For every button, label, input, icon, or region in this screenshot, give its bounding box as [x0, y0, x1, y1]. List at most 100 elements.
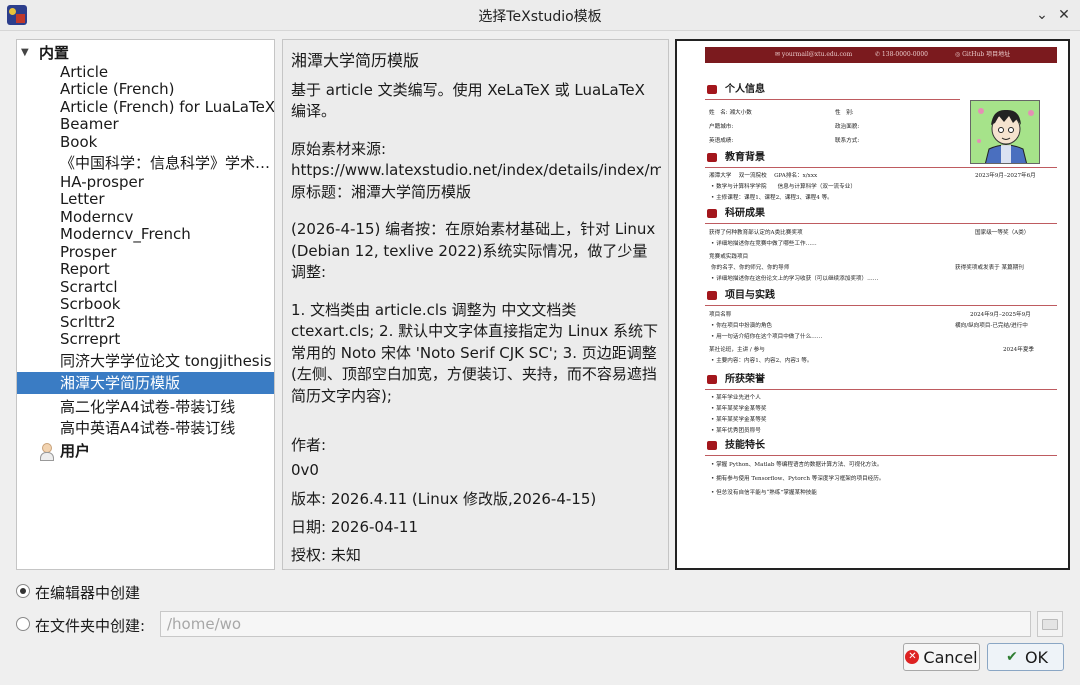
cancel-label: Cancel [923, 647, 978, 667]
cancel-button[interactable]: ✕ Cancel [903, 643, 980, 671]
resume-section-skills: 技能特长 [705, 439, 1057, 456]
project-desc: • 主要内容：内容1、内容2、内容3 等。 [711, 358, 813, 364]
template-item[interactable]: 高中英语A4试卷-带装订线 [17, 418, 274, 438]
tree-group-label: 用户 [60, 442, 91, 460]
project-role: • 你在项目中扮演的角色 [711, 323, 773, 329]
research-authors: 你的名字、你的师兄、你的导师 [711, 265, 790, 271]
template-item[interactable]: Moderncv_French [17, 224, 274, 244]
skill-item: • 拥有参与使用 Tensorflow、Pytorch 等深度学习框架的项目经历… [711, 476, 885, 482]
author-value: 0v0 [291, 461, 319, 479]
project-period: 2024年9月–2025年9月 [970, 312, 1031, 318]
date-text: 日期: 2026-04-11 [291, 518, 418, 536]
edu-school: 湘潭大学 双一流院校 GPA排名：x/xxx [709, 173, 818, 179]
section-title: 技能特长 [725, 440, 765, 451]
template-item[interactable]: Scrreprt [17, 329, 274, 349]
ok-button[interactable]: ✔ OK [987, 643, 1064, 671]
project-desc: • 用一句话介绍你在这个项目中做了什么…… [711, 334, 823, 340]
info-english: 英语成绩: [709, 138, 734, 144]
description-paragraph: 原始素材来源: https://www.latexstudio.net/inde… [291, 139, 661, 201]
minimize-button[interactable]: ⌄ [1031, 4, 1053, 26]
check-icon: ✔ [1006, 649, 1018, 665]
description-paragraph: 1. 文档类由 article.cls 调整为 中文文档类 ctexart.cl… [291, 300, 659, 405]
create-in-folder-label[interactable]: 在文件夹中创建: [35, 615, 145, 636]
template-item[interactable]: 《中国科学：信息科学》学术… [17, 153, 274, 173]
description-paragraph: (2026-4-15) 编者按：在原始素材基础上，针对 Linux (Debia… [291, 220, 656, 281]
tree-group-builtin[interactable]: ▼ 内置 [17, 43, 274, 63]
section-title: 项目与实践 [725, 290, 775, 301]
template-item[interactable]: Beamer [17, 114, 274, 134]
template-item-label: Moderncv_French [60, 225, 191, 243]
wrench-icon [707, 441, 717, 450]
template-item-label: 高中英语A4试卷-带装订线 [60, 419, 236, 437]
info-contact: 联系方式: [835, 138, 860, 144]
resume-section-honors: 所获荣誉 [705, 373, 1057, 390]
template-item[interactable]: 湘潭大学简历模版 [17, 372, 274, 394]
template-item-label: 《中国科学：信息科学》学术… [60, 154, 271, 172]
cancel-icon: ✕ [905, 650, 920, 664]
resume-section-projects: 项目与实践 [705, 289, 1057, 306]
template-item-label: 湘潭大学简历模版 [60, 374, 181, 392]
close-button[interactable]: ✕ [1053, 4, 1075, 26]
expand-arrow-icon[interactable]: ▼ [21, 43, 29, 63]
honor-item: • 某年学业先进个人 [711, 395, 761, 401]
template-tree[interactable]: ▼ 内置 Article Article (French) Article (Fre… [16, 39, 275, 570]
user-icon [39, 443, 54, 461]
info-hometown: 户籍城市: [709, 124, 734, 130]
template-item[interactable]: 同济大学学位论文 tongjithesis [17, 351, 274, 371]
info-name: 姓 名: 湘大小数 [709, 110, 752, 116]
description-text: 湘潭大学简历模版 基于 article 文类编写。使用 XeLaTeX 或 Lu… [291, 50, 661, 435]
template-item-label: Scrbook [60, 295, 121, 313]
project-name: 某社论班，主讲 / 参与 [709, 347, 765, 353]
template-item-label: Book [60, 133, 98, 151]
create-in-editor-radio[interactable] [16, 584, 30, 598]
template-item-label: Letter [60, 190, 105, 208]
research-paper-detail: • 详细地描述你在这份论文上的学习收获（可以继续添加奖项）…… [711, 276, 879, 282]
edu-major: • 数学与计算科学学院 信息与计算科学（双一流专业） [711, 184, 856, 190]
browse-folder-button[interactable] [1037, 611, 1063, 637]
template-item[interactable]: Report [17, 259, 274, 279]
resume-header-bar: ✉ yourmail@xtu.edu.com ✆ 138-0000-0000 ◎… [705, 47, 1057, 63]
tree-group-user[interactable]: 用户 [17, 441, 274, 461]
project-period: 2024年夏季 [1003, 347, 1035, 353]
research-award: 获得了何种教育部认定的A类比赛奖项 [709, 230, 803, 236]
template-item[interactable]: Book [17, 132, 274, 152]
resume-section-education: 教育背景 [705, 151, 1057, 168]
research-award-level: 国家级一等奖（A类） [975, 230, 1030, 236]
honor-item: • 某年某奖学金某等奖 [711, 406, 767, 412]
id-card-icon [707, 85, 717, 94]
template-item-label: 同济大学学位论文 tongjithesis [60, 352, 272, 370]
section-title: 个人信息 [725, 84, 765, 95]
create-in-folder-radio[interactable] [16, 617, 30, 631]
briefcase-icon [707, 291, 717, 300]
folder-path-input[interactable] [160, 611, 1031, 637]
window-title: 选择TeXstudio模板 [478, 9, 602, 25]
resume-preview-document: ✉ yourmail@xtu.edu.com ✆ 138-0000-0000 ◎… [685, 45, 1057, 565]
template-item[interactable]: 高二化学A4试卷-带装订线 [17, 397, 274, 417]
template-item[interactable]: Article (French) [17, 79, 274, 99]
template-item-label: Report [60, 260, 110, 278]
chevron-down-icon: ⌄ [1036, 7, 1048, 23]
honor-item: • 某年优秀团员称号 [711, 428, 761, 434]
resume-section-info: 个人信息 [705, 83, 1057, 100]
template-item[interactable]: Letter [17, 189, 274, 209]
template-item-label: Article (French) [60, 80, 175, 98]
skill-item: • 但总没有自信平能与“熟练”掌握某种技能 [711, 490, 817, 496]
star-icon [707, 375, 717, 384]
research-project: 竞赛或实践项目 [709, 254, 749, 260]
project-type: 横向/纵向项目-已完结/进行中 [955, 323, 1028, 329]
close-icon: ✕ [1058, 7, 1070, 23]
header-github: ◎ GitHub 项目地址 [955, 51, 1011, 58]
author-label: 作者: [291, 436, 327, 454]
description-paragraph: 基于 article 文类编写。使用 XeLaTeX 或 LuaLaTeX 编译… [291, 80, 645, 121]
skill-item: • 掌握 Python、Matlab 等编程语言的数据计算方法、可视化方法。 [711, 462, 883, 468]
template-item[interactable]: Scrbook [17, 294, 274, 314]
version-text: 版本: 2026.4.11 (Linux 修改版,2026-4-15) [291, 490, 597, 508]
edu-courses: • 主修课程：课程1、课程2、课程3、课程4 等。 [711, 195, 833, 201]
section-title: 教育背景 [725, 152, 765, 163]
title-bar: 选择TeXstudio模板 ⌄ ✕ [0, 0, 1080, 31]
gear-icon [707, 209, 717, 218]
info-gender: 性 别: [835, 110, 854, 116]
research-award-detail: • 详细地描述你在竞赛中做了哪些工作…… [711, 241, 817, 247]
project-name: 项目名称 [709, 312, 732, 318]
create-in-editor-label[interactable]: 在编辑器中创建 [35, 582, 140, 603]
